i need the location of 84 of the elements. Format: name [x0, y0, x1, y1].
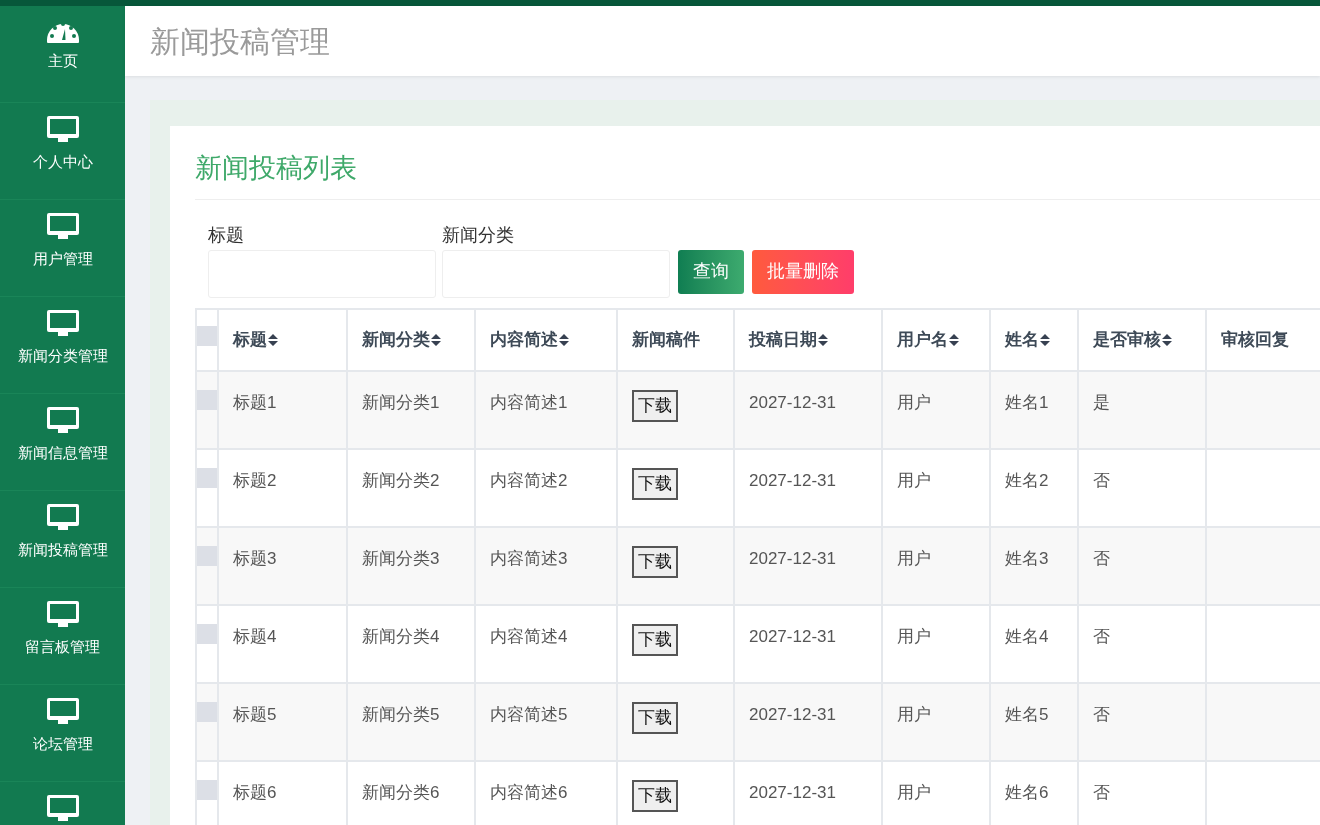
table-cell: 是 [1078, 370, 1206, 449]
sort-icon[interactable] [1162, 334, 1172, 347]
table-cell: 姓名5 [990, 682, 1078, 761]
table-cell: 2027-12-31 [734, 370, 882, 449]
checkbox[interactable] [197, 779, 217, 800]
table-cell: 2027-12-31 [734, 526, 882, 605]
checkbox[interactable] [197, 623, 217, 644]
checkbox[interactable] [197, 389, 217, 410]
sort-icon[interactable] [431, 334, 441, 347]
sidebar-item[interactable]: 个人中心 [0, 103, 125, 200]
card-title: 新闻投稿列表 [195, 148, 1320, 200]
table-cell: 标题5 [218, 682, 347, 761]
table-cell: 标题4 [218, 604, 347, 683]
table-cell: 新闻分类1 [347, 370, 475, 449]
monitor-icon [45, 406, 80, 436]
column-header[interactable]: 新闻分类 [347, 308, 475, 371]
table-cell: 用户 [882, 370, 990, 449]
column-header: 新闻稿件 [617, 308, 734, 371]
sidebar-item[interactable]: 新闻投稿管理 [0, 491, 125, 588]
table-cell: 否 [1078, 448, 1206, 527]
monitor-icon [45, 600, 80, 630]
table-cell: 否 [1078, 526, 1206, 605]
download-button[interactable]: 下载 [632, 701, 678, 734]
table-cell: 姓名3 [990, 526, 1078, 605]
table-cell: 用户 [882, 682, 990, 761]
monitor-icon [45, 115, 80, 145]
download-button[interactable]: 下载 [632, 779, 678, 812]
column-header[interactable]: 是否审核 [1078, 308, 1206, 371]
table-cell: 标题2 [218, 448, 347, 527]
monitor-icon [45, 212, 80, 242]
table-cell: 2027-12-31 [734, 604, 882, 683]
monitor-icon [45, 697, 80, 727]
table-cell: 否 [1078, 682, 1206, 761]
page-title: 新闻投稿管理 [150, 23, 330, 60]
column-header[interactable]: 标题 [218, 308, 347, 371]
table-cell: 用户 [882, 448, 990, 527]
column-header[interactable]: 用户名 [882, 308, 990, 371]
table-cell: 姓名1 [990, 370, 1078, 449]
sidebar-item[interactable]: 主页 [0, 6, 125, 103]
sort-icon[interactable] [559, 334, 569, 347]
monitor-icon [45, 309, 80, 339]
filter-label: 标题 [208, 223, 245, 247]
checkbox[interactable] [197, 325, 217, 346]
table-cell: 新闻分类4 [347, 604, 475, 683]
download-button[interactable]: 下载 [632, 467, 678, 500]
table-cell: 否 [1078, 604, 1206, 683]
column-header[interactable]: 投稿日期 [734, 308, 882, 371]
download-button[interactable]: 下载 [632, 389, 678, 422]
column-header: 审核回复 [1206, 308, 1320, 371]
sidebar-item[interactable]: 论坛管理 [0, 685, 125, 782]
search-button[interactable]: 查询 [678, 249, 744, 294]
table-cell: 用户 [882, 604, 990, 683]
sidebar-item[interactable]: 留言板管理 [0, 588, 125, 685]
monitor-icon [45, 503, 80, 533]
table-cell: 2027-12-31 [734, 448, 882, 527]
table-cell: 2027-12-31 [734, 682, 882, 761]
checkbox[interactable] [197, 467, 217, 488]
download-button[interactable]: 下载 [632, 623, 678, 656]
table-cell: 内容简述5 [475, 682, 617, 761]
table-cell: 内容简述3 [475, 526, 617, 605]
table-cell: 内容简述1 [475, 370, 617, 449]
sort-icon[interactable] [268, 334, 278, 347]
sort-icon[interactable] [1040, 334, 1050, 347]
sidebar-item[interactable]: 用户管理 [0, 200, 125, 297]
filter-label: 新闻分类 [442, 223, 515, 247]
sidebar-item[interactable]: 新闻分类管理 [0, 297, 125, 394]
table-cell: 标题3 [218, 526, 347, 605]
sort-icon[interactable] [949, 334, 959, 347]
table-cell: 用户 [882, 526, 990, 605]
table-cell: 新闻分类2 [347, 448, 475, 527]
checkbox[interactable] [197, 701, 217, 722]
table-cell: 标题1 [218, 370, 347, 449]
sidebar-item[interactable]: 新闻信息管理 [0, 394, 125, 491]
table-cell: 姓名2 [990, 448, 1078, 527]
sort-icon[interactable] [818, 334, 828, 347]
table-cell: 新闻分类5 [347, 682, 475, 761]
table-cell: 内容简述4 [475, 604, 617, 683]
table-cell: 姓名4 [990, 604, 1078, 683]
column-header[interactable]: 内容简述 [475, 308, 617, 371]
download-button[interactable]: 下载 [632, 545, 678, 578]
checkbox[interactable] [197, 545, 217, 566]
table-cell: 新闻分类3 [347, 526, 475, 605]
column-header[interactable]: 姓名 [990, 308, 1078, 371]
table-cell: 内容简述2 [475, 448, 617, 527]
